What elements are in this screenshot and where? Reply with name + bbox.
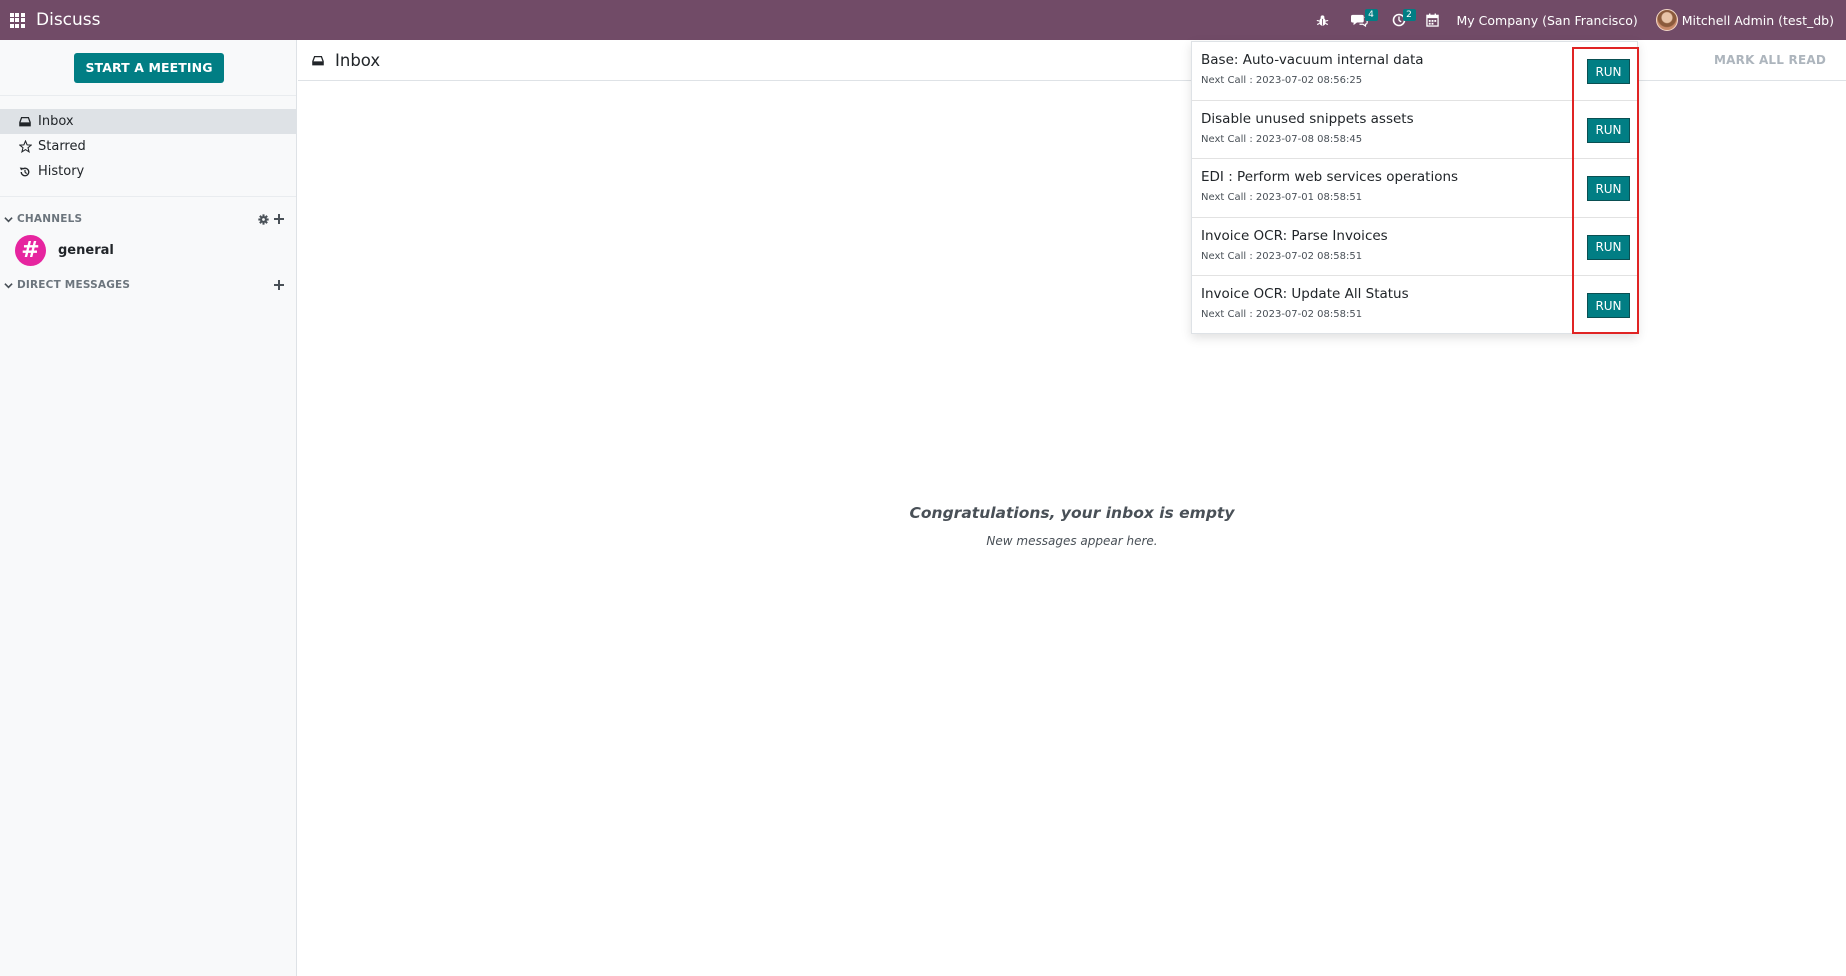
calendar-icon [1425, 13, 1439, 27]
direct-messages-category[interactable]: DIRECT MESSAGES [0, 273, 296, 297]
sidebar-item-history[interactable]: History [0, 159, 296, 184]
cron-dropdown: Base: Auto-vacuum internal data Next Cal… [1191, 41, 1638, 334]
empty-inbox-message: Congratulations, your inbox is empty New… [298, 504, 1846, 548]
discuss-sidebar: START A MEETING Inbox Starred History CH… [0, 40, 297, 976]
add-chat-icon[interactable] [274, 280, 284, 290]
sidebar-item-general[interactable]: # general [0, 231, 296, 269]
empty-subtitle: New messages appear here. [986, 534, 1158, 548]
messaging-menu-button[interactable]: 4 [1343, 0, 1378, 40]
direct-messages-actions [274, 280, 284, 290]
cron-name: EDI : Perform web services operations [1201, 169, 1459, 186]
channel-avatar: # [15, 234, 46, 266]
mailbox-list: Inbox Starred History [0, 109, 296, 184]
inbox-icon [18, 115, 32, 129]
channels-category-label: CHANNELS [17, 213, 83, 225]
run-button[interactable]: RUN [1587, 234, 1630, 260]
history-icon [18, 165, 32, 179]
messages-count-badge: 4 [1364, 9, 1378, 21]
cron-next-call: Next Call : 2023-07-02 08:56:25 [1201, 75, 1363, 86]
add-channel-icon[interactable] [274, 214, 284, 224]
run-button[interactable]: RUN [1587, 176, 1630, 202]
cron-menu-button[interactable] [1418, 0, 1447, 40]
apps-grid-icon [9, 12, 25, 28]
cron-next-call: Next Call : 2023-07-08 08:58:45 [1201, 133, 1363, 145]
app-name[interactable]: Discuss [36, 10, 101, 30]
chevron-down-icon [4, 281, 15, 290]
top-navbar: Discuss 4 2 My Company (San Francisco) M… [0, 0, 1846, 40]
debug-button[interactable] [1308, 0, 1337, 40]
sidebar-item-label: Starred [38, 139, 86, 154]
cron-name: Invoice OCR: Update All Status [1201, 286, 1409, 303]
activity-menu-button[interactable]: 2 [1384, 0, 1416, 40]
apps-menu-button[interactable] [0, 0, 34, 40]
cron-name: Invoice OCR: Parse Invoices [1201, 227, 1388, 244]
cron-next-call: Next Call : 2023-07-02 08:58:51 [1201, 250, 1363, 262]
cron-next-call: Next Call : 2023-07-02 08:58:51 [1201, 309, 1363, 321]
gear-icon[interactable] [258, 213, 269, 225]
star-icon [18, 140, 32, 154]
activities-count-badge: 2 [1402, 9, 1416, 21]
run-button[interactable]: RUN [1587, 59, 1630, 84]
channels-category[interactable]: CHANNELS [0, 207, 296, 231]
inbox-icon [312, 53, 326, 67]
sidebar-item-label: Inbox [38, 114, 74, 129]
cron-name: Disable unused snippets assets [1201, 110, 1414, 127]
direct-messages-category-label: DIRECT MESSAGES [17, 279, 131, 291]
channels-actions [258, 213, 284, 225]
cron-item: EDI : Perform web services operations Ne… [1192, 159, 1637, 218]
run-button[interactable]: RUN [1587, 293, 1630, 319]
cron-next-call: Next Call : 2023-07-01 08:58:51 [1201, 192, 1363, 204]
sidebar-item-label: History [38, 164, 85, 179]
company-switcher[interactable]: My Company (San Francisco) [1457, 13, 1638, 28]
user-menu[interactable]: Mitchell Admin (test_db) [1655, 9, 1834, 31]
bug-icon [1316, 14, 1328, 26]
avatar [1655, 9, 1678, 31]
navbar-systray: 4 2 My Company (San Francisco) Mitchell … [1308, 0, 1834, 40]
page-title: Inbox [335, 50, 381, 70]
empty-title: Congratulations, your inbox is empty [909, 504, 1235, 522]
cron-item: Disable unused snippets assets Next Call… [1192, 101, 1637, 160]
cron-item: Invoice OCR: Update All Status Next Call… [1192, 276, 1637, 335]
channel-label: general [58, 242, 114, 258]
cron-item: Invoice OCR: Parse Invoices Next Call : … [1192, 218, 1637, 277]
cron-name: Base: Auto-vacuum internal data [1201, 52, 1424, 68]
sidebar-item-inbox[interactable]: Inbox [0, 109, 296, 134]
meeting-button-area: START A MEETING [0, 40, 296, 96]
start-meeting-button[interactable]: START A MEETING [74, 52, 224, 83]
mark-all-read-button[interactable]: MARK ALL READ [1714, 53, 1826, 67]
user-name: Mitchell Admin (test_db) [1681, 12, 1834, 28]
sidebar-divider [0, 196, 296, 197]
cron-item: Base: Auto-vacuum internal data Next Cal… [1192, 42, 1637, 101]
chevron-down-icon [4, 215, 15, 224]
sidebar-item-starred[interactable]: Starred [0, 134, 296, 159]
run-button[interactable]: RUN [1587, 117, 1630, 143]
